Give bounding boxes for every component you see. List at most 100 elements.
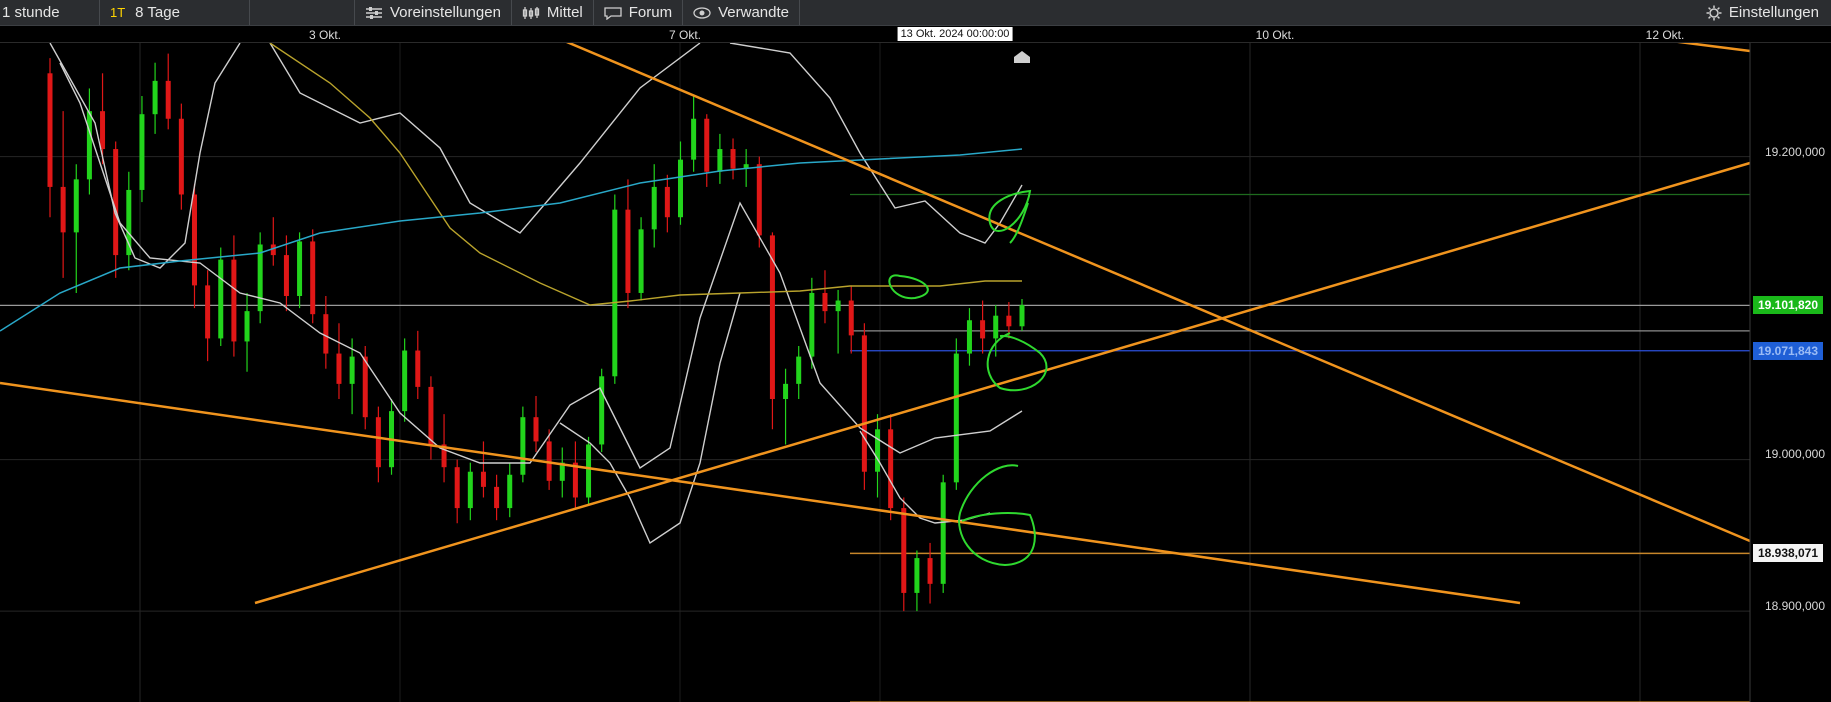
candle [638,217,644,301]
candle-body [47,73,53,187]
candle-body [993,315,999,339]
date-label-7-okt: 7 Okt. [668,28,702,42]
candle-body [336,353,342,384]
candle [73,164,79,293]
candle [940,474,946,593]
candle [664,174,670,233]
candle-body [480,471,486,487]
price-tick-18900: 18.900,000 [1764,599,1825,613]
candle-body [625,209,631,293]
price-chart[interactable] [0,43,1831,702]
candle-body [651,186,657,230]
settings-label: Einstellungen [1728,4,1819,21]
chart-markers [1014,51,1030,63]
candle-body [704,118,710,172]
candle [1019,299,1025,331]
candle-body [494,486,500,509]
candle-body [533,417,539,442]
candle [454,459,460,524]
timeframe-selector[interactable]: 1 stunde [0,0,100,25]
candle-body [467,471,473,509]
candle-body [520,417,526,475]
candle-body [835,300,841,312]
candle-body [980,320,986,339]
candle [86,88,92,195]
candle [428,376,434,460]
candle-body [402,350,408,412]
annotation-circle-top [988,189,1032,232]
forum-button[interactable]: Forum [594,0,684,25]
candle [717,133,723,184]
candle-body [86,111,92,180]
candle [677,141,683,225]
candle-body [809,292,815,357]
candle [205,270,211,362]
candle [231,235,237,357]
candle-body [861,335,867,472]
price-tick-19000: 19.000,000 [1764,447,1825,461]
candle [257,232,263,324]
range-selector[interactable]: 1T 8 Tage [100,0,250,25]
candle [60,111,66,278]
candle [415,330,421,400]
candle-body [139,114,145,190]
candle [467,462,473,521]
candle [323,295,329,369]
chart-grid [0,43,1750,702]
candle [848,285,854,354]
timeframe-label: 1 stunde [2,4,60,21]
candle-body [1019,305,1025,327]
indicator-button[interactable]: Mittel [512,0,594,25]
candle-body [953,353,959,483]
candle-body [428,386,434,445]
candle-body [1006,315,1012,327]
candle-body [966,320,972,354]
settings-button[interactable]: Einstellungen [1696,0,1831,25]
presets-button[interactable]: Voreinstellungen [355,0,512,25]
candle [165,53,171,130]
candle [520,406,526,483]
candle-body [599,376,605,445]
trendline-falling-upper [566,43,1751,543]
gear-icon [1706,5,1722,20]
candle-body [691,118,697,160]
candle-body [783,383,789,400]
trendline-rising [254,161,1751,605]
presets-label: Voreinstellungen [390,4,501,21]
toolbar-spacer [250,0,355,25]
candle-body [914,558,920,593]
orange-level-tag: 18.938,071 [1753,544,1823,563]
indicator-overlays [0,43,1023,545]
candle-body [940,482,946,584]
candle-body [638,229,644,293]
candle-body [822,292,828,312]
candle-body [231,259,237,342]
candle-body [730,149,736,169]
candle [389,399,395,475]
candle-body [73,179,79,233]
chart-toolbar: 1 stunde 1T 8 Tage Voreinstellungen Mitt… [0,0,1831,26]
candles-icon [522,6,540,19]
related-button[interactable]: Verwandte [683,0,800,25]
moving-average-yellow [269,43,1022,306]
candle [270,217,276,266]
candle-body [612,209,618,377]
sliders-icon [366,6,382,19]
candle [783,368,789,445]
candle-body [927,558,933,584]
candle-body [165,80,171,119]
bar-marker-icon [1014,51,1030,63]
candle [507,462,513,518]
candle-body [572,462,578,498]
crosshair-date-label: 13 Okt. 2024 00:00:00 [897,27,1013,41]
candle [914,550,920,612]
candle [612,194,618,384]
candle [730,138,736,180]
candle-body [901,508,907,593]
candle [888,414,894,521]
candle-body [586,444,592,498]
candle [796,345,802,400]
candle [47,58,53,218]
candle-body [257,244,263,312]
candle-body [310,241,316,315]
